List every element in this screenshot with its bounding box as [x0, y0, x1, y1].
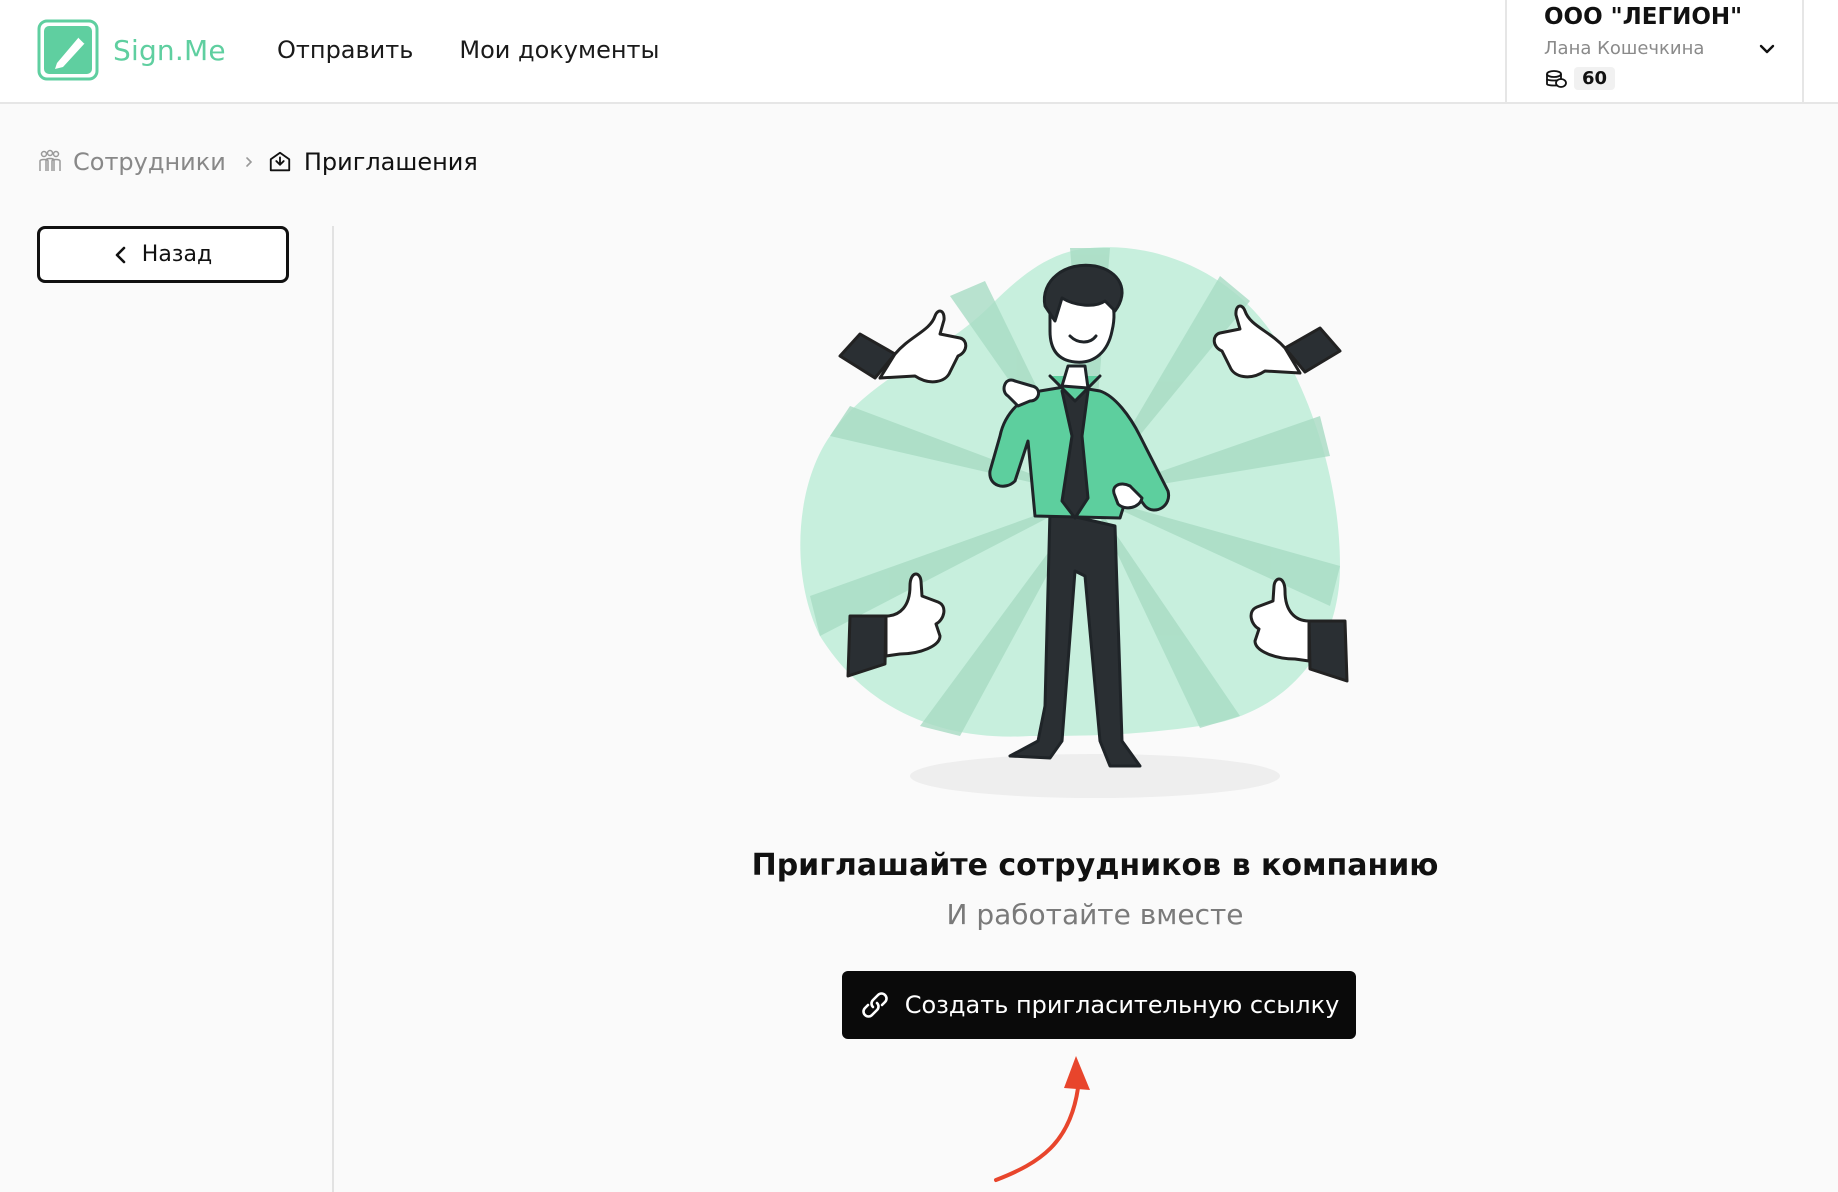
logo[interactable]: Sign.Me — [37, 19, 226, 81]
back-button-label: Назад — [141, 242, 213, 267]
chevron-down-icon[interactable] — [1757, 42, 1777, 56]
coins-count: 60 — [1574, 67, 1616, 90]
logo-icon — [37, 19, 99, 81]
back-button[interactable]: Назад — [37, 226, 289, 283]
logo-text: Sign.Me — [113, 33, 226, 67]
sidebar-divider — [332, 226, 334, 1192]
org-name: ООО "ЛЕГИОН" — [1544, 4, 1743, 30]
chevron-right-icon — [246, 157, 252, 167]
arrow-pointer-icon — [994, 1056, 1090, 1182]
chevron-left-icon — [115, 246, 126, 263]
coins-icon — [1546, 69, 1567, 88]
account-menu[interactable]: ООО "ЛЕГИОН" Лана Кошечкина 60 — [1505, 0, 1804, 104]
coins-balance: 60 — [1544, 67, 1616, 90]
user-name: Лана Кошечкина — [1544, 38, 1705, 59]
invite-subline: И работайте вместе — [946, 898, 1244, 931]
create-invite-link-label: Создать пригласительную ссылку — [904, 991, 1340, 1019]
nav-my-documents[interactable]: Мои документы — [459, 36, 659, 64]
main-nav: Отправить Мои документы — [277, 36, 705, 64]
breadcrumb-current: Приглашения — [303, 148, 478, 176]
create-invite-link-button[interactable]: Создать пригласительную ссылку — [842, 971, 1356, 1039]
top-bar: Sign.Me Отправить Мои документы ООО "ЛЕГ… — [0, 0, 1838, 104]
people-icon — [39, 149, 61, 171]
breadcrumb-staff-link[interactable]: Сотрудники — [73, 148, 226, 176]
breadcrumb: Сотрудники Приглашения — [38, 148, 478, 176]
invite-headline: Приглашайте сотрудников в компанию — [751, 848, 1439, 883]
nav-send[interactable]: Отправить — [277, 36, 413, 64]
link-icon — [861, 992, 888, 1018]
inbox-icon — [269, 151, 290, 172]
invite-illustration — [800, 247, 1349, 798]
